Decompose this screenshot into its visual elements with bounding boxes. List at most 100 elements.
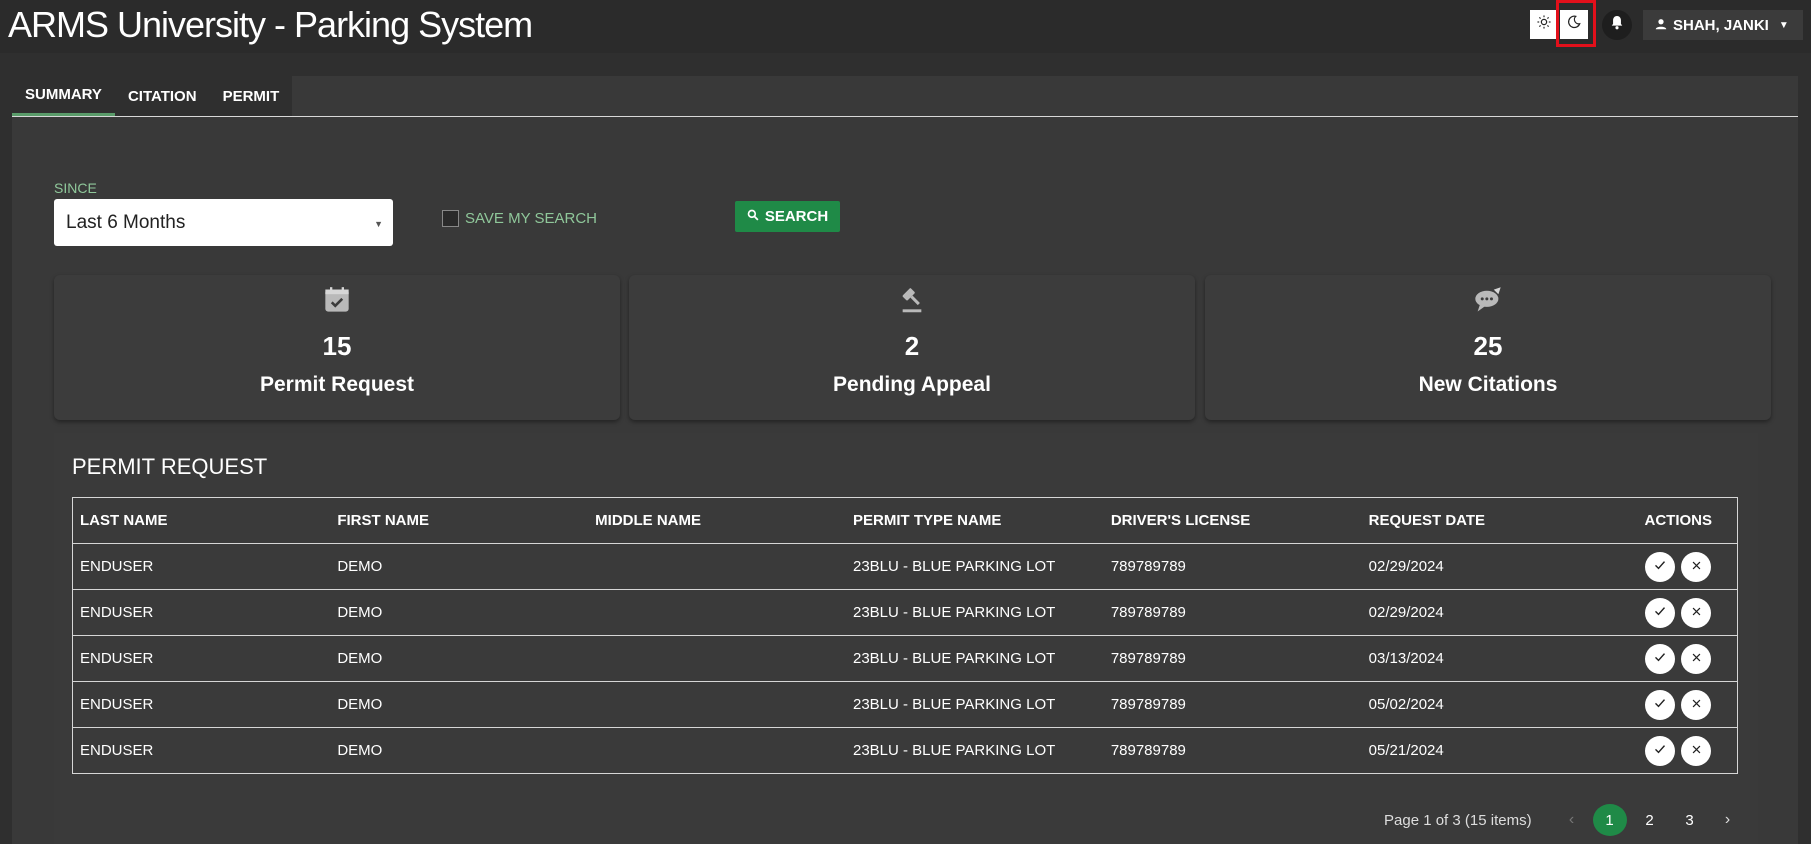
cell-request-date: 02/29/2024 [1361,589,1620,636]
search-button[interactable]: SEARCH [735,201,840,232]
column-header-first-name[interactable]: FIRST NAME [330,497,589,544]
light-theme-button[interactable] [1530,10,1558,39]
cell-request-date: 03/13/2024 [1361,635,1620,682]
column-header-permit-type[interactable]: PERMIT TYPE NAME [845,497,1104,544]
approve-button[interactable] [1645,735,1676,766]
close-icon [1691,604,1702,621]
cell-middle-name [588,635,846,682]
chevron-left-icon[interactable]: ‹ [1554,811,1590,829]
cell-last-name: ENDUSER [72,543,331,590]
permit-request-table: LAST NAME FIRST NAME MIDDLE NAME PERMIT … [72,497,1738,774]
bell-icon [1610,15,1624,35]
column-header-drivers-license[interactable]: DRIVER'S LICENSE [1103,497,1362,544]
cell-drivers-license: 789789789 [1103,681,1362,728]
cell-permit-type: 23BLU - BLUE PARKING LOT [845,589,1104,636]
approve-button[interactable] [1645,597,1676,628]
new-citations-count: 25 [1473,331,1503,361]
close-icon [1691,696,1702,713]
tab-summary[interactable]: SUMMARY [12,76,115,116]
user-menu-button[interactable]: SHAH, JANKI ▼ [1643,10,1803,40]
cell-drivers-license: 789789789 [1103,589,1362,636]
approve-button[interactable] [1645,551,1676,582]
cell-permit-type: 23BLU - BLUE PARKING LOT [845,727,1104,774]
summary-card-permit-request[interactable]: 15 Permit Request [54,275,620,420]
since-value: Last 6 Months [66,211,186,233]
table-row: ENDUSER DEMO 23BLU - BLUE PARKING LOT 78… [72,589,1738,636]
cell-actions [1619,543,1738,590]
table-header-row: LAST NAME FIRST NAME MIDDLE NAME PERMIT … [72,497,1738,544]
permit-request-count: 15 [322,331,352,361]
save-search-label[interactable]: SAVE MY SEARCH [465,210,597,227]
check-icon [1654,696,1666,713]
calendar-check-icon [323,286,351,316]
check-icon [1654,604,1666,621]
approve-button[interactable] [1645,643,1676,674]
cell-actions [1619,681,1738,728]
speech-bubble-icon [1473,286,1503,316]
pending-appeal-count: 2 [904,331,920,361]
cell-request-date: 02/29/2024 [1361,543,1620,590]
table-row: ENDUSER DEMO 23BLU - BLUE PARKING LOT 78… [72,727,1738,774]
cell-middle-name [588,681,846,728]
permit-request-title: PERMIT REQUEST [72,454,268,479]
table-row: ENDUSER DEMO 23BLU - BLUE PARKING LOT 78… [72,543,1738,590]
cell-middle-name [588,543,846,590]
app-title: ARMS University - Parking System [8,4,533,45]
chevron-down-icon: ▼ [1778,19,1789,31]
tab-bar: SUMMARY CITATION PERMIT [12,76,293,116]
cell-actions [1619,635,1738,682]
search-button-label: SEARCH [764,208,829,225]
main-panel: SUMMARY CITATION PERMIT SINCE Last 6 Mon… [12,76,1798,844]
permit-request-panel: PERMIT REQUEST LAST NAME FIRST NAME MIDD… [54,433,1758,844]
since-dropdown[interactable]: Last 6 Months ▼ [54,199,393,246]
dark-theme-button[interactable] [1560,10,1588,39]
close-icon [1691,558,1702,575]
close-icon [1691,650,1702,667]
cell-drivers-license: 789789789 [1103,635,1362,682]
cell-drivers-license: 789789789 [1103,543,1362,590]
top-bar: ARMS University - Parking System SHAH, J… [0,0,1811,53]
cell-permit-type: 23BLU - BLUE PARKING LOT [845,681,1104,728]
gavel-icon [898,286,926,316]
cell-last-name: ENDUSER [72,681,331,728]
chevron-right-icon[interactable]: › [1710,811,1746,829]
summary-card-pending-appeal[interactable]: 2 Pending Appeal [629,275,1195,420]
cell-first-name: DEMO [330,727,589,774]
user-icon [1655,17,1667,34]
cell-first-name: DEMO [330,543,589,590]
moon-icon [1567,15,1581,34]
reject-button[interactable] [1681,735,1712,766]
cell-first-name: DEMO [330,681,589,728]
tab-citation[interactable]: CITATION [115,76,210,116]
column-header-middle-name[interactable]: MIDDLE NAME [588,497,846,544]
cell-request-date: 05/02/2024 [1361,681,1620,728]
page-button-3[interactable]: 3 [1673,804,1707,836]
save-search-checkbox[interactable] [442,210,459,227]
column-header-last-name[interactable]: LAST NAME [72,497,331,544]
page-button-2[interactable]: 2 [1633,804,1667,836]
notifications-button[interactable] [1602,10,1632,40]
tab-permit[interactable]: PERMIT [210,76,293,116]
cell-drivers-license: 789789789 [1103,727,1362,774]
column-header-request-date[interactable]: REQUEST DATE [1361,497,1620,544]
table-row: ENDUSER DEMO 23BLU - BLUE PARKING LOT 78… [72,681,1738,728]
check-icon [1654,742,1666,759]
page-button-1[interactable]: 1 [1592,804,1627,836]
cell-last-name: ENDUSER [72,589,331,636]
user-name: SHAH, JANKI [1673,16,1769,34]
cell-first-name: DEMO [330,589,589,636]
approve-button[interactable] [1645,689,1676,720]
reject-button[interactable] [1681,689,1712,720]
cell-actions [1619,589,1738,636]
reject-button[interactable] [1681,643,1712,674]
tab-divider [12,116,1798,117]
cell-permit-type: 23BLU - BLUE PARKING LOT [845,635,1104,682]
reject-button[interactable] [1681,551,1712,582]
cell-middle-name [588,589,846,636]
cell-permit-type: 23BLU - BLUE PARKING LOT [845,543,1104,590]
cell-last-name: ENDUSER [72,635,331,682]
summary-card-new-citations[interactable]: 25 New Citations [1205,275,1771,420]
check-icon [1654,650,1666,667]
sun-icon [1537,15,1551,34]
reject-button[interactable] [1681,597,1712,628]
